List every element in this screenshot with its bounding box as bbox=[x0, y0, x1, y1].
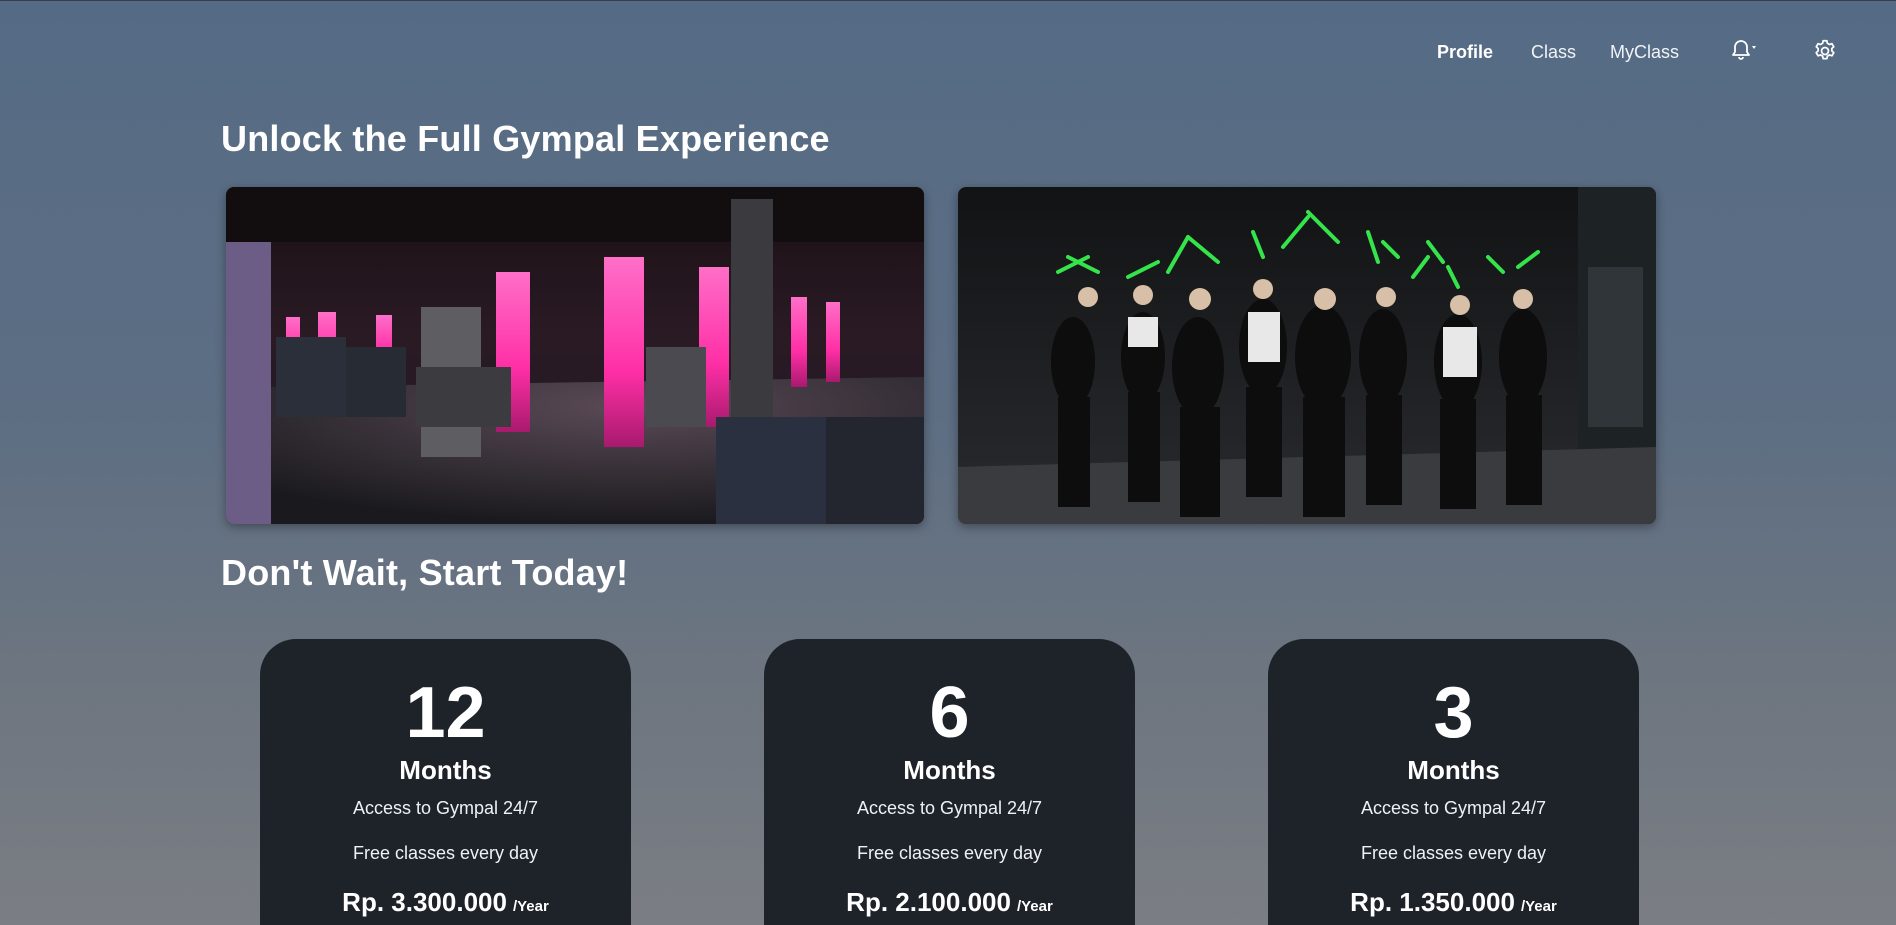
plan-unit: Months bbox=[1407, 755, 1500, 785]
gym-floor-image bbox=[226, 187, 924, 524]
plan-price: Rp. 1.350.000/Year bbox=[1268, 887, 1639, 918]
plan-card-3-months[interactable]: 3 Months Access to Gympal 24/7 Free clas… bbox=[1268, 639, 1639, 925]
plan-feature: Access to Gympal 24/7 bbox=[856, 798, 1043, 818]
plan-duration: 12 bbox=[405, 673, 486, 753]
plan-price-amount: Rp. 1.350.000 bbox=[1350, 887, 1515, 917]
plan-feature: Access to Gympal 24/7 bbox=[352, 798, 539, 818]
plan-unit: Months bbox=[399, 755, 492, 785]
plan-duration: 6 bbox=[929, 673, 970, 753]
plan-card-6-months[interactable]: 6 Months Access to Gympal 24/7 Free clas… bbox=[764, 639, 1135, 925]
plan-feature: Access to Gympal 24/7 bbox=[1360, 798, 1547, 818]
nav-profile-link[interactable]: Profile bbox=[1437, 42, 1493, 63]
chevron-down-icon bbox=[1752, 46, 1756, 49]
plan-period: /Year bbox=[1520, 898, 1557, 915]
plan-duration: 3 bbox=[1433, 673, 1474, 753]
fitness-class-image bbox=[958, 187, 1656, 524]
settings-button[interactable] bbox=[1812, 38, 1838, 64]
plan-period: /Year bbox=[512, 898, 549, 915]
section-title-start: Don't Wait, Start Today! bbox=[221, 552, 629, 593]
plan-unit: Months bbox=[903, 755, 996, 785]
gear-icon bbox=[1815, 39, 1835, 60]
plan-card-12-months[interactable]: 12 Months Access to Gympal 24/7 Free cla… bbox=[260, 639, 631, 925]
bell-icon bbox=[1732, 40, 1756, 60]
plan-price: Rp. 3.300.000/Year bbox=[260, 887, 631, 918]
notification-dropdown[interactable] bbox=[1725, 40, 1761, 66]
plan-period: /Year bbox=[1016, 898, 1053, 915]
plan-price: Rp. 2.100.000/Year bbox=[764, 887, 1135, 918]
nav-class-link[interactable]: Class bbox=[1531, 42, 1576, 63]
window-top-border bbox=[0, 0, 1896, 1]
section-title-unlock: Unlock the Full Gympal Experience bbox=[221, 118, 830, 159]
plan-feature: Free classes every day bbox=[856, 843, 1043, 863]
plan-price-amount: Rp. 3.300.000 bbox=[342, 887, 507, 917]
nav-myclass-link[interactable]: MyClass bbox=[1610, 42, 1679, 63]
plan-feature: Free classes every day bbox=[1360, 843, 1547, 863]
plan-feature: Free classes every day bbox=[352, 843, 539, 863]
top-navigation: Profile Class MyClass bbox=[0, 36, 1896, 66]
plan-price-amount: Rp. 2.100.000 bbox=[846, 887, 1011, 917]
